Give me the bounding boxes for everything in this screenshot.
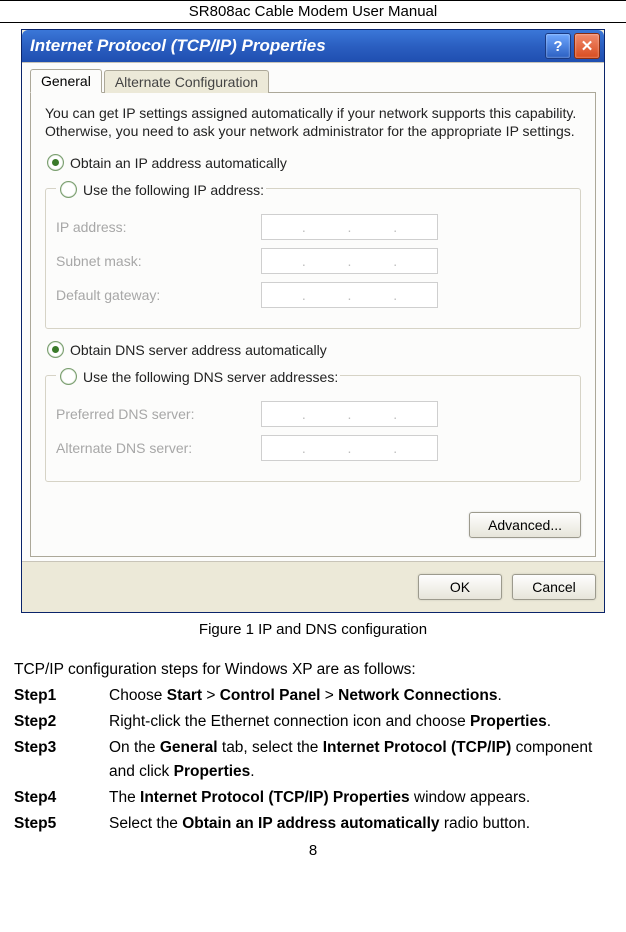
step-5: Step5 Select the Obtain an IP address au…	[14, 812, 612, 836]
dialog-title: Internet Protocol (TCP/IP) Properties	[30, 36, 542, 56]
radio-label: Obtain DNS server address automatically	[70, 342, 327, 358]
radio-use-following-ip[interactable]: Use the following IP address:	[60, 181, 264, 198]
tab-panel-general: You can get IP settings assigned automat…	[30, 92, 596, 557]
subnet-mask-field: ...	[261, 248, 438, 274]
step-4: Step4 The Internet Protocol (TCP/IP) Pro…	[14, 786, 612, 810]
dialog-titlebar: Internet Protocol (TCP/IP) Properties ? …	[22, 30, 604, 62]
radio-use-following-dns[interactable]: Use the following DNS server addresses:	[60, 368, 338, 385]
help-icon[interactable]: ?	[545, 33, 571, 59]
label-alternate-dns: Alternate DNS server:	[56, 440, 261, 456]
ip-address-group: Use the following IP address: IP address…	[45, 175, 581, 329]
tab-general[interactable]: General	[30, 69, 102, 93]
dns-server-group: Use the following DNS server addresses: …	[45, 362, 581, 482]
radio-obtain-dns-auto[interactable]: Obtain DNS server address automatically	[47, 341, 581, 358]
ok-button[interactable]: OK	[418, 574, 502, 600]
tab-strip: General Alternate Configuration	[30, 69, 596, 93]
label-ip-address: IP address:	[56, 219, 261, 235]
step-label: Step1	[14, 684, 109, 708]
tab-alternate-configuration[interactable]: Alternate Configuration	[104, 70, 269, 93]
radio-icon	[60, 368, 77, 385]
figure-caption: Figure 1 IP and DNS configuration	[14, 621, 612, 638]
radio-label: Use the following IP address:	[83, 182, 264, 198]
tcpip-properties-dialog: Internet Protocol (TCP/IP) Properties ? …	[21, 29, 605, 613]
advanced-button[interactable]: Advanced...	[469, 512, 581, 538]
radio-icon	[60, 181, 77, 198]
intro-text: You can get IP settings assigned automat…	[45, 105, 581, 140]
radio-icon	[47, 154, 64, 171]
step-label: Step2	[14, 710, 109, 734]
radio-label: Obtain an IP address automatically	[70, 155, 287, 171]
step-label: Step5	[14, 812, 109, 836]
close-icon[interactable]: ✕	[574, 33, 600, 59]
radio-label: Use the following DNS server addresses:	[83, 369, 338, 385]
default-gateway-field: ...	[261, 282, 438, 308]
step-2: Step2 Right-click the Ethernet connectio…	[14, 710, 612, 734]
step-body: Choose Start > Control Panel > Network C…	[109, 684, 612, 708]
alternate-dns-field: ...	[261, 435, 438, 461]
step-body: On the General tab, select the Internet …	[109, 736, 612, 784]
label-default-gateway: Default gateway:	[56, 287, 261, 303]
document-body: TCP/IP configuration steps for Windows X…	[14, 658, 612, 836]
label-preferred-dns: Preferred DNS server:	[56, 406, 261, 422]
page-number: 8	[14, 842, 612, 859]
label-subnet-mask: Subnet mask:	[56, 253, 261, 269]
intro-line: TCP/IP configuration steps for Windows X…	[14, 658, 612, 682]
ip-address-field: ...	[261, 214, 438, 240]
document-header: SR808ac Cable Modem User Manual	[0, 1, 626, 23]
cancel-button[interactable]: Cancel	[512, 574, 596, 600]
step-label: Step4	[14, 786, 109, 810]
step-1: Step1 Choose Start > Control Panel > Net…	[14, 684, 612, 708]
preferred-dns-field: ...	[261, 401, 438, 427]
step-3: Step3 On the General tab, select the Int…	[14, 736, 612, 784]
radio-icon	[47, 341, 64, 358]
step-body: Select the Obtain an IP address automati…	[109, 812, 612, 836]
dialog-button-row: OK Cancel	[22, 561, 604, 612]
step-body: The Internet Protocol (TCP/IP) Propertie…	[109, 786, 612, 810]
radio-obtain-ip-auto[interactable]: Obtain an IP address automatically	[47, 154, 581, 171]
step-body: Right-click the Ethernet connection icon…	[109, 710, 612, 734]
step-label: Step3	[14, 736, 109, 784]
